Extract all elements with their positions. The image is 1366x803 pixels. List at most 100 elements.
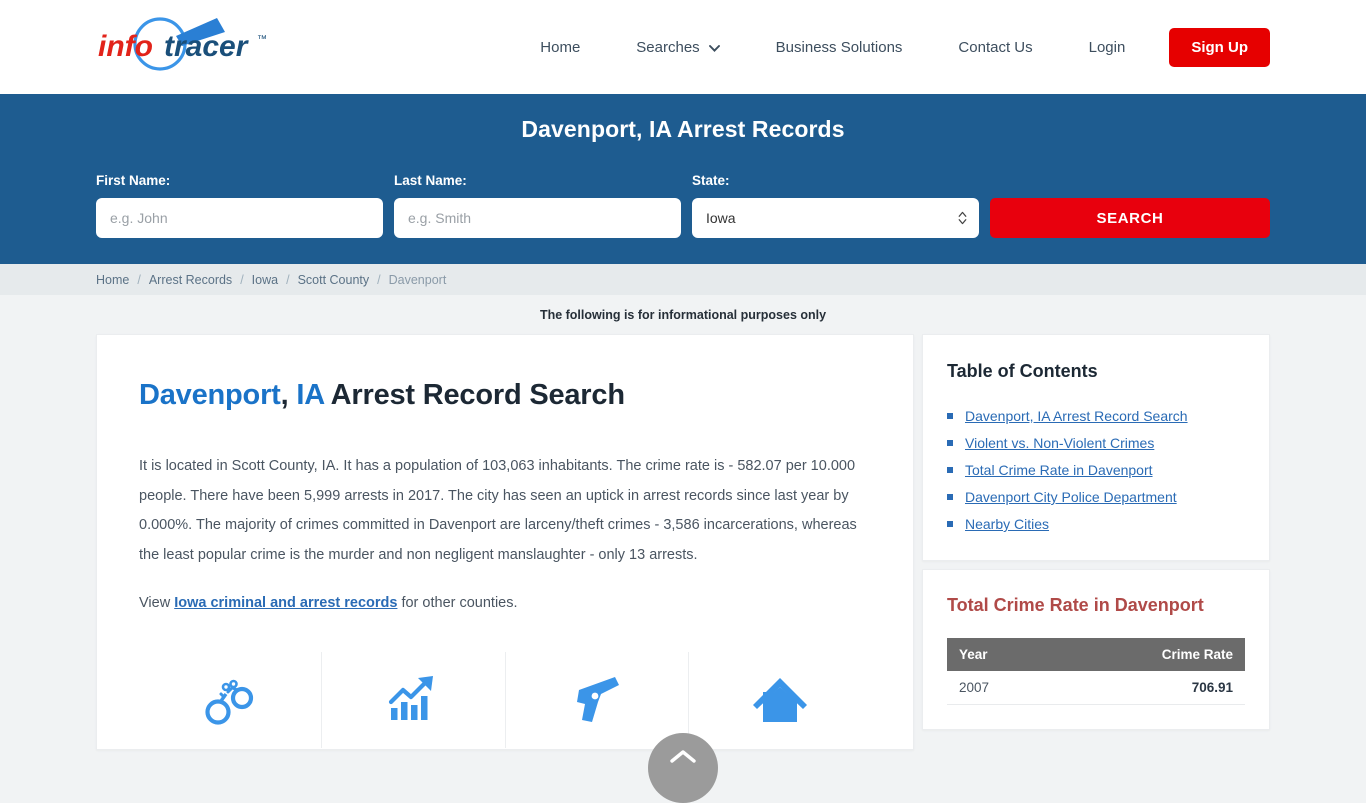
cell-crime-rate: 706.91: [1054, 671, 1245, 705]
sidebar-column: Table of Contents Davenport, IA Arrest R…: [922, 334, 1270, 730]
first-name-field-group: First Name:: [96, 173, 383, 238]
handcuffs-icon: [205, 679, 254, 725]
last-name-label: Last Name:: [394, 173, 467, 188]
search-banner: Davenport, IA Arrest Records First Name:…: [0, 94, 1366, 264]
breadcrumb-separator: /: [137, 272, 141, 287]
nav-home[interactable]: Home: [512, 29, 608, 66]
column-header-year: Year: [947, 638, 1055, 671]
last-name-field-group: Last Name:: [394, 173, 681, 238]
toc-link-label[interactable]: Nearby Cities: [965, 516, 1049, 532]
breadcrumb-band: Home / Arrest Records / Iowa / Scott Cou…: [0, 264, 1366, 295]
first-name-input[interactable]: [96, 198, 383, 238]
nav-searches-label: Searches: [636, 38, 700, 56]
icon-cell-growth-chart: [322, 651, 506, 748]
page-title-state: IA: [296, 379, 324, 411]
bullet-square-icon: [947, 440, 953, 446]
svg-text:tracer: tracer: [164, 30, 250, 63]
site-logo[interactable]: info tracer ™: [96, 0, 326, 94]
page-title: Davenport, IA Arrest Record Search: [139, 379, 871, 412]
toc-item-total-crime-rate[interactable]: Total Crime Rate in Davenport: [947, 462, 1245, 478]
icon-cell-handcuffs: [139, 651, 323, 748]
breadcrumb: Home / Arrest Records / Iowa / Scott Cou…: [96, 273, 446, 287]
breadcrumb-item-iowa[interactable]: Iowa: [252, 273, 278, 287]
table-row: 2007 706.91: [947, 671, 1245, 705]
crime-rate-table-body: 2007 706.91: [947, 671, 1245, 705]
search-form: First Name: Last Name: State: Iowa SEARC…: [96, 173, 1270, 238]
nav-searches[interactable]: Searches: [608, 29, 747, 66]
cell-year: 2007: [947, 671, 1055, 705]
table-of-contents-card: Table of Contents Davenport, IA Arrest R…: [922, 334, 1270, 561]
nav-contact-us-label: Contact Us: [958, 38, 1033, 56]
svg-text:™: ™: [257, 34, 267, 45]
breadcrumb-separator: /: [286, 272, 290, 287]
page-title-rest: Arrest Record Search: [323, 379, 625, 411]
icon-cell-handgun: [506, 651, 689, 748]
breadcrumb-item-davenport: Davenport: [388, 272, 447, 287]
nav-business-solutions-label: Business Solutions: [775, 38, 903, 56]
svg-text:info: info: [98, 30, 153, 63]
toc-item-police-department[interactable]: Davenport City Police Department: [947, 489, 1245, 505]
nav-business-solutions[interactable]: Business Solutions: [748, 29, 931, 66]
breadcrumb-separator: /: [240, 272, 244, 287]
sign-up-button[interactable]: Sign Up: [1169, 27, 1270, 67]
table-of-contents-list: Davenport, IA Arrest Record Search Viole…: [947, 408, 1245, 532]
growth-chart-icon: [389, 675, 434, 720]
state-field-group: State: Iowa: [692, 173, 979, 238]
main-column: Davenport, IA Arrest Record Search It is…: [96, 334, 914, 750]
view-counties-paragraph: View Iowa criminal and arrest records fo…: [139, 589, 871, 619]
scroll-to-top-button[interactable]: [648, 733, 718, 803]
banner-title: Davenport, IA Arrest Records: [521, 116, 845, 142]
chevron-down-icon: [708, 44, 720, 52]
breadcrumb-item-home[interactable]: Home: [96, 273, 129, 287]
crime-rate-table: Year Crime Rate 2007 706.91: [947, 638, 1245, 705]
breadcrumb-item-arrest-records[interactable]: Arrest Records: [149, 273, 232, 287]
bullet-square-icon: [947, 494, 953, 500]
state-select-wrapper: Iowa: [692, 198, 979, 238]
view-prefix: View: [139, 595, 175, 612]
page-content: Davenport, IA Arrest Record Search It is…: [0, 334, 1366, 750]
body-copy: It is located in Scott County, IA. It ha…: [139, 452, 871, 619]
nav-login-label: Login: [1088, 38, 1126, 56]
main-content-card: Davenport, IA Arrest Record Search It is…: [96, 334, 914, 750]
page-title-city: Davenport: [139, 379, 281, 411]
first-name-label: First Name:: [96, 173, 171, 188]
toc-link-label[interactable]: Total Crime Rate in Davenport: [965, 462, 1153, 478]
crime-rate-card: Total Crime Rate in Davenport Year Crime…: [922, 569, 1270, 730]
icon-cell-house: [689, 652, 871, 748]
state-label: State:: [692, 173, 730, 188]
iowa-records-link[interactable]: Iowa criminal and arrest records: [174, 595, 397, 611]
search-button[interactable]: SEARCH: [990, 198, 1270, 238]
bullet-square-icon: [947, 521, 953, 527]
toc-item-violent-crimes[interactable]: Violent vs. Non-Violent Crimes: [947, 435, 1245, 451]
view-suffix: for other counties.: [397, 595, 518, 612]
breadcrumb-item-scott-county[interactable]: Scott County: [298, 273, 370, 287]
nav-home-label: Home: [540, 38, 581, 56]
site-header: info tracer ™ Home Searches Business Sol…: [0, 0, 1366, 94]
toc-link-label[interactable]: Davenport, IA Arrest Record Search: [965, 408, 1188, 424]
main-navigation: Home Searches Business Solutions Contact…: [512, 27, 1270, 67]
crime-rate-table-head: Year Crime Rate: [947, 638, 1245, 671]
page-title-comma: ,: [280, 379, 297, 411]
nav-login[interactable]: Login: [1061, 29, 1154, 66]
last-name-input[interactable]: [394, 198, 681, 238]
description-paragraph: It is located in Scott County, IA. It ha…: [139, 458, 857, 563]
disclaimer-text: The following is for informational purpo…: [539, 308, 827, 322]
chevron-up-icon: [670, 750, 696, 763]
crime-rate-title: Total Crime Rate in Davenport: [947, 595, 1204, 615]
toc-link-label[interactable]: Davenport City Police Department: [965, 489, 1177, 505]
toc-item-arrest-record-search[interactable]: Davenport, IA Arrest Record Search: [947, 408, 1245, 424]
nav-contact-us[interactable]: Contact Us: [930, 29, 1060, 66]
breadcrumb-separator: /: [377, 272, 381, 287]
bullet-square-icon: [947, 467, 953, 473]
table-of-contents-title: Table of Contents: [947, 361, 1098, 381]
column-header-crime-rate: Crime Rate: [1054, 638, 1245, 671]
toc-link-label[interactable]: Violent vs. Non-Violent Crimes: [965, 435, 1154, 451]
handgun-icon: [576, 676, 619, 722]
house-icon: [752, 677, 807, 722]
table-header-row: Year Crime Rate: [947, 638, 1245, 671]
toc-item-nearby-cities[interactable]: Nearby Cities: [947, 516, 1245, 532]
magnifier-logo-icon: info tracer ™: [98, 17, 267, 71]
feature-icon-strip: [139, 651, 871, 748]
state-select[interactable]: Iowa: [692, 198, 979, 238]
bullet-square-icon: [947, 413, 953, 419]
